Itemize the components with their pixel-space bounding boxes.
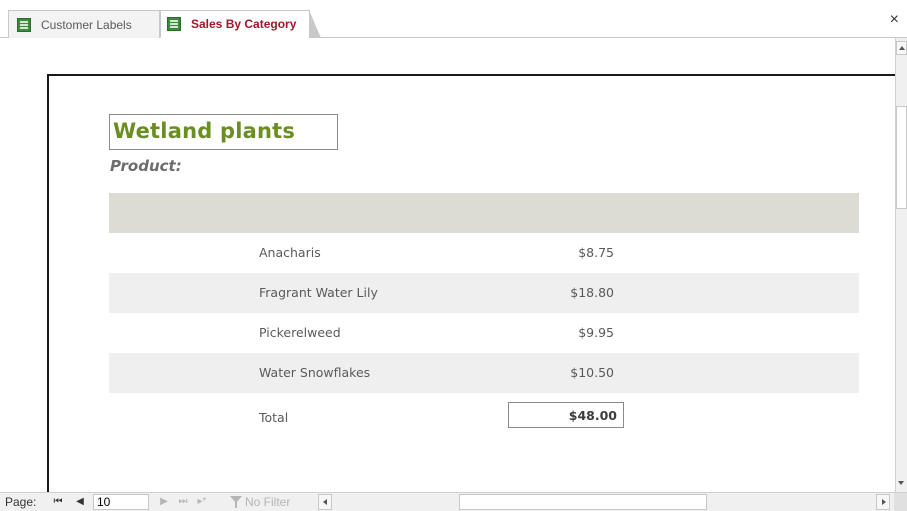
- category-title: Wetland plants: [113, 119, 296, 143]
- table-row: Fragrant Water Lily $18.80: [109, 273, 859, 313]
- previous-page-icon[interactable]: ◀: [74, 495, 86, 509]
- product-label: Product:: [110, 157, 182, 175]
- filter-icon[interactable]: [229, 495, 243, 509]
- filter-status[interactable]: No Filter: [245, 495, 290, 509]
- report-icon: [17, 17, 31, 32]
- last-page-icon[interactable]: ⏭: [177, 495, 189, 509]
- document-tab-bar: Customer Labels Sales By Category ×: [0, 0, 907, 38]
- scroll-right-icon[interactable]: [876, 494, 890, 510]
- product-name: Pickerelweed: [259, 325, 341, 340]
- scrollbar-corner: [894, 493, 907, 511]
- current-page-input[interactable]: 10: [93, 494, 149, 510]
- horizontal-scroll-thumb[interactable]: [459, 494, 707, 510]
- report-view: Wetland plants Product: Anacharis $8.75 …: [0, 38, 895, 492]
- first-page-icon[interactable]: ⏮: [52, 495, 64, 509]
- scroll-left-icon[interactable]: [318, 494, 332, 510]
- product-name: Water Snowflakes: [259, 365, 371, 380]
- vertical-scrollbar[interactable]: [895, 38, 907, 492]
- table-row: Pickerelweed $9.95: [109, 313, 859, 353]
- scroll-up-icon[interactable]: [896, 41, 907, 55]
- close-icon[interactable]: ×: [890, 12, 899, 28]
- tab-label: Customer Labels: [41, 17, 132, 32]
- report-icon: [167, 17, 181, 31]
- product-sales: $8.75: [578, 245, 614, 260]
- tab-sales-by-category[interactable]: Sales By Category: [160, 10, 321, 38]
- page-label: Page:: [5, 495, 37, 509]
- total-value: $48.00: [568, 408, 617, 423]
- product-sales: $10.50: [570, 365, 614, 380]
- scroll-down-icon[interactable]: [896, 476, 907, 490]
- product-sales: $9.95: [578, 325, 614, 340]
- group-header-band: [109, 193, 859, 233]
- table-row: Anacharis $8.75: [109, 233, 859, 273]
- table-row: Water Snowflakes $10.50: [109, 353, 859, 393]
- product-sales: $18.80: [570, 285, 614, 300]
- vertical-scroll-thumb[interactable]: [896, 106, 907, 209]
- page-navigation-bar: Page: ⏮ ◀ 10 ▶ ⏭ ▸* No Filter: [0, 492, 907, 511]
- tab-label: Sales By Category: [191, 17, 297, 31]
- new-page-icon[interactable]: ▸*: [196, 495, 208, 509]
- product-name: Anacharis: [259, 245, 321, 260]
- report-page: Wetland plants Product: Anacharis $8.75 …: [47, 74, 895, 492]
- next-page-icon[interactable]: ▶: [158, 495, 170, 509]
- tab-customer-labels[interactable]: Customer Labels: [8, 10, 168, 38]
- category-name-textbox[interactable]: Wetland plants: [109, 114, 338, 150]
- total-textbox[interactable]: $48.00: [508, 402, 624, 428]
- total-label: Total: [259, 410, 289, 425]
- product-name: Fragrant Water Lily: [259, 285, 378, 300]
